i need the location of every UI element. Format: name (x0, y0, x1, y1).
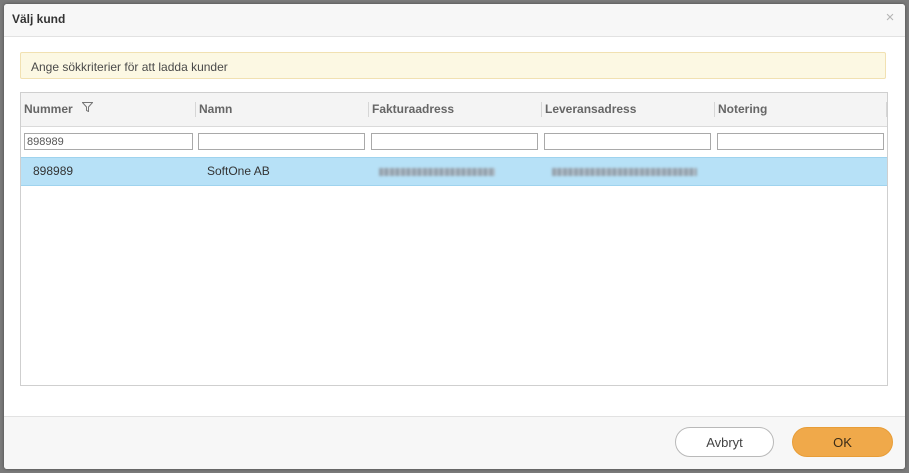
column-label-notering: Notering (718, 102, 768, 116)
column-header-leveransadress[interactable]: Leveransadress (542, 93, 715, 126)
cancel-button[interactable]: Avbryt (675, 427, 774, 457)
close-icon[interactable]: × (883, 9, 897, 27)
column-header-nummer[interactable]: Nummer (21, 93, 196, 126)
column-header-fakturaadress[interactable]: Fakturaadress (369, 93, 542, 126)
filter-input-leveransadress[interactable] (544, 133, 711, 150)
column-label-namn: Namn (199, 102, 233, 116)
info-banner: Ange sökkriterier för att ladda kunder (20, 52, 886, 79)
cell-fakturaadress-redacted (379, 158, 495, 185)
column-label-nummer: Nummer (24, 102, 73, 116)
redacted-text (552, 167, 697, 176)
select-customer-dialog: Välj kund × Ange sökkriterier för att la… (4, 4, 905, 469)
dialog-title: Välj kund (12, 12, 66, 26)
grid-header: Nummer Namn Fakturaadress Leveransadress… (21, 93, 887, 127)
column-separator[interactable] (886, 102, 887, 117)
filter-input-namn[interactable] (198, 133, 365, 150)
column-header-namn[interactable]: Namn (196, 93, 369, 126)
redacted-text (379, 167, 495, 176)
filter-icon[interactable] (81, 92, 94, 125)
filter-input-notering[interactable] (717, 133, 884, 150)
dialog-footer: Avbryt OK (4, 416, 905, 469)
cell-nummer: 898989 (33, 164, 74, 178)
cell-namn: SoftOne AB (207, 164, 270, 178)
column-label-leveransadress: Leveransadress (545, 102, 637, 116)
table-row[interactable]: 898989 SoftOne AB (21, 157, 887, 186)
info-banner-text: Ange sökkriterier för att ladda kunder (31, 60, 228, 74)
filter-input-fakturaadress[interactable] (371, 133, 538, 150)
column-header-notering[interactable]: Notering (715, 93, 887, 126)
ok-button[interactable]: OK (792, 427, 893, 457)
filter-input-nummer[interactable] (24, 133, 193, 150)
column-label-fakturaadress: Fakturaadress (372, 102, 455, 116)
cell-leveransadress-redacted (552, 158, 697, 185)
customer-grid: Nummer Namn Fakturaadress Leveransadress… (20, 92, 888, 386)
dialog-header: Välj kund × (4, 4, 905, 37)
filter-row (21, 127, 887, 157)
